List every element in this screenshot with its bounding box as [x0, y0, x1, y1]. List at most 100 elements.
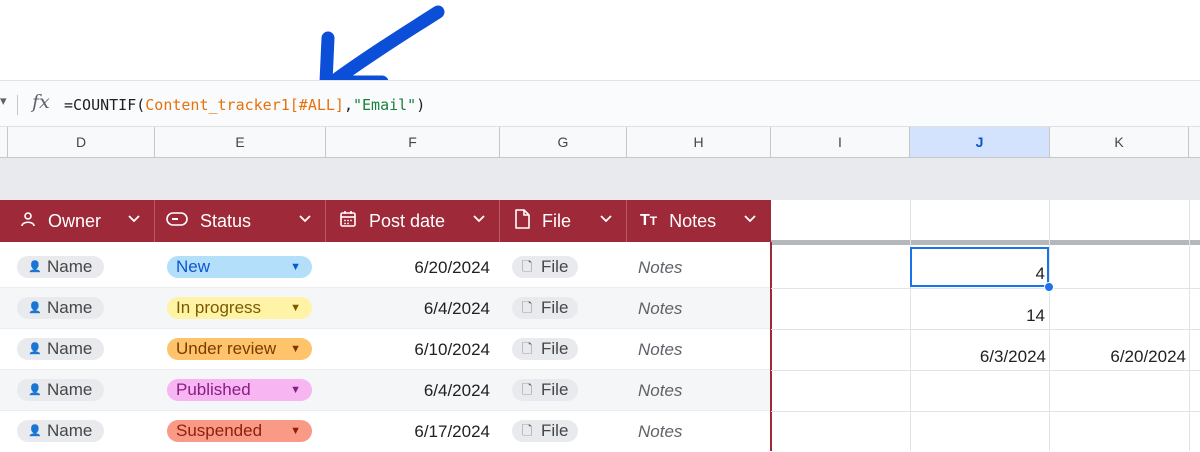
cell-k-value[interactable]: 6/20/2024	[1052, 347, 1186, 367]
status-label: Under review	[176, 339, 277, 358]
column-header-f[interactable]: F	[326, 127, 500, 157]
grid-line	[1049, 200, 1050, 451]
table-row[interactable]: 👤 Name Under review ▼ 6/10/2024 🗋 File Note…	[0, 329, 770, 370]
formula-close-paren: )	[416, 96, 426, 114]
column-header-e[interactable]: E	[155, 127, 326, 157]
fill-handle[interactable]	[1044, 282, 1054, 292]
grid-line	[1189, 200, 1190, 451]
status-dropdown[interactable]: Published ▼	[167, 379, 312, 401]
header-file[interactable]: File	[500, 200, 627, 242]
file-chip-label: File	[541, 339, 569, 358]
file-chip[interactable]: 🗋 File	[512, 420, 578, 442]
owner-chip-label: Name	[47, 257, 93, 276]
formula-input[interactable]: =COUNTIF(Content_tracker1[#ALL],"Email")	[64, 96, 425, 114]
owner-chip[interactable]: 👤 Name	[17, 338, 104, 360]
status-dropdown[interactable]: Suspended ▼	[167, 420, 312, 442]
post-date-cell[interactable]: 6/20/2024	[330, 258, 490, 278]
formula-bar-divider	[17, 95, 18, 115]
column-header-i[interactable]: I	[771, 127, 910, 157]
notes-cell[interactable]: Notes	[638, 381, 682, 401]
notes-cell[interactable]: Notes	[638, 299, 682, 319]
dropdown-arrow-icon: ▼	[290, 343, 301, 355]
cell-j-value[interactable]: 4	[912, 264, 1045, 284]
person-icon	[20, 211, 36, 232]
column-header-partial-right[interactable]	[1189, 127, 1200, 157]
cell-j-value[interactable]: 6/3/2024	[912, 347, 1046, 367]
person-icon: 👤	[28, 425, 42, 437]
file-chip[interactable]: 🗋 File	[512, 379, 578, 401]
person-icon: 👤	[28, 302, 42, 314]
owner-chip[interactable]: 👤 Name	[17, 379, 104, 401]
owner-chip[interactable]: 👤 Name	[17, 420, 104, 442]
person-icon: 👤	[28, 384, 42, 396]
post-date-cell[interactable]: 6/10/2024	[330, 340, 490, 360]
status-label: New	[176, 257, 211, 276]
file-chip-label: File	[541, 421, 569, 440]
table-row[interactable]: 👤 Name In progress ▼ 6/4/2024 🗋 File Notes	[0, 288, 770, 329]
calendar-icon	[339, 210, 357, 233]
dropdown-arrow-icon: ▼	[290, 384, 301, 396]
table-row[interactable]: 👤 Name Published ▼ 6/4/2024 🗋 File Notes	[0, 370, 770, 411]
chevron-down-icon[interactable]	[743, 211, 757, 228]
cell-j-value[interactable]: 14	[912, 306, 1045, 326]
chevron-down-icon[interactable]	[599, 211, 613, 228]
formula-function: =COUNTIF(	[64, 96, 146, 114]
file-icon: 🗋	[522, 259, 533, 274]
post-date-cell[interactable]: 6/4/2024	[330, 299, 490, 319]
file-chip-label: File	[541, 380, 569, 399]
header-notes[interactable]: TT Notes	[627, 200, 771, 242]
file-chip[interactable]: 🗋 File	[512, 256, 578, 278]
right-grid-header-row	[771, 200, 1200, 240]
fx-icon: fx	[32, 91, 50, 113]
owner-chip-label: Name	[47, 421, 93, 440]
formula-bar[interactable]: ▾ fx =COUNTIF(Content_tracker1[#ALL],"Em…	[0, 80, 1200, 127]
post-date-cell[interactable]: 6/4/2024	[330, 381, 490, 401]
file-chip[interactable]: 🗋 File	[512, 338, 578, 360]
header-owner[interactable]: Owner	[0, 200, 155, 242]
header-status[interactable]: Status	[155, 200, 326, 242]
table-header-row: Owner Status Post date File TT Notes	[0, 200, 771, 242]
owner-chip-label: Name	[47, 380, 93, 399]
grid-line	[771, 329, 1200, 330]
status-dropdown[interactable]: Under review ▼	[167, 338, 312, 360]
person-icon: 👤	[28, 343, 42, 355]
status-label: In progress	[176, 298, 262, 317]
header-file-label: File	[542, 210, 572, 231]
chevron-down-icon[interactable]	[127, 211, 141, 228]
column-header-j[interactable]: J	[910, 127, 1050, 157]
chevron-down-icon[interactable]	[472, 211, 486, 228]
header-owner-label: Owner	[48, 210, 102, 231]
table-row[interactable]: 👤 Name New ▼ 6/20/2024 🗋 File Notes	[0, 247, 770, 288]
chevron-down-icon[interactable]: ▾	[0, 93, 7, 109]
file-chip[interactable]: 🗋 File	[512, 297, 578, 319]
status-dropdown[interactable]: New ▼	[167, 256, 312, 278]
file-icon: 🗋	[522, 382, 533, 397]
person-icon: 👤	[28, 261, 42, 273]
status-label: Suspended	[176, 421, 263, 440]
post-date-cell[interactable]: 6/17/2024	[330, 422, 490, 442]
file-chip-label: File	[541, 257, 569, 276]
owner-chip[interactable]: 👤 Name	[17, 297, 104, 319]
status-dropdown[interactable]: In progress ▼	[167, 297, 312, 319]
grid-line	[771, 411, 1200, 412]
top-blank-area	[0, 0, 1200, 80]
table-row[interactable]: 👤 Name Suspended ▼ 6/17/2024 🗋 File Notes	[0, 411, 770, 452]
header-post-date[interactable]: Post date	[326, 200, 500, 242]
chevron-down-icon[interactable]	[298, 211, 312, 228]
column-header-partial[interactable]	[0, 127, 8, 157]
dropdown-arrow-icon: ▼	[290, 425, 301, 437]
owner-chip[interactable]: 👤 Name	[17, 256, 104, 278]
dropdown-arrow-icon: ▼	[290, 261, 301, 273]
empty-grid-band	[0, 158, 1200, 200]
table-right-edge	[770, 242, 772, 451]
column-header-g[interactable]: G	[500, 127, 627, 157]
notes-cell[interactable]: Notes	[638, 258, 682, 278]
notes-cell[interactable]: Notes	[638, 340, 682, 360]
notes-cell[interactable]: Notes	[638, 422, 682, 442]
column-header-k[interactable]: K	[1050, 127, 1189, 157]
column-header-d[interactable]: D	[8, 127, 155, 157]
text-format-icon: TT	[640, 212, 658, 229]
file-icon: 🗋	[522, 423, 533, 438]
column-header-h[interactable]: H	[627, 127, 771, 157]
owner-chip-label: Name	[47, 339, 93, 358]
